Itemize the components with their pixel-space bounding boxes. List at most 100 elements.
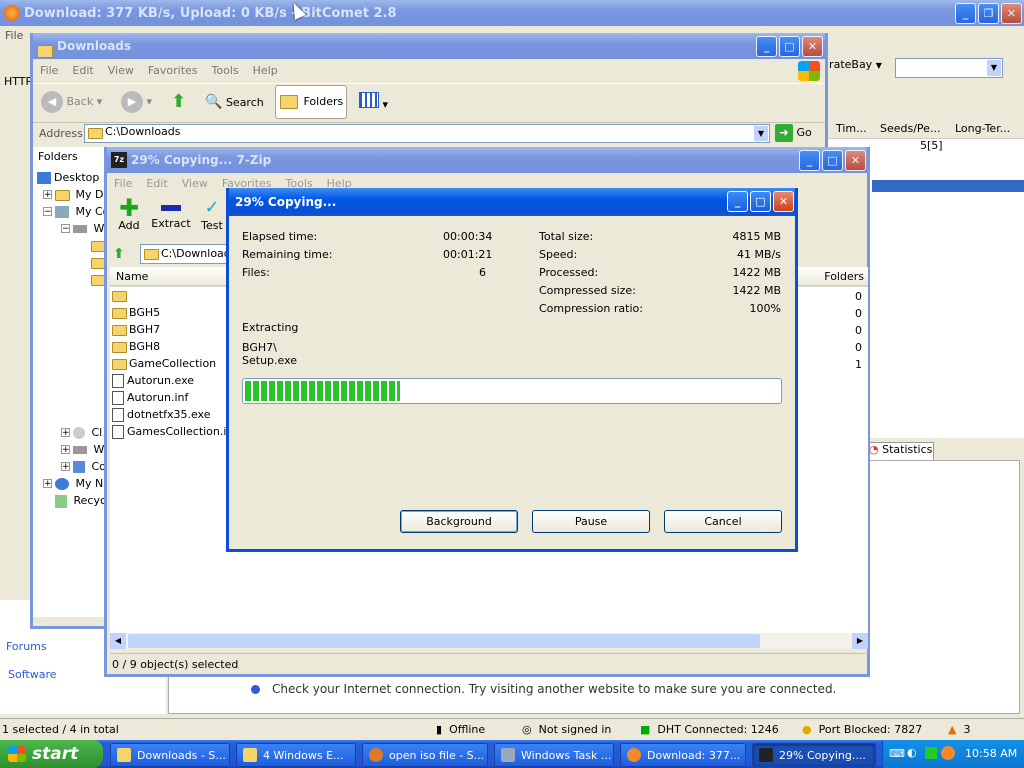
go-arrow-icon: ➜ — [775, 124, 793, 142]
bitcomet-maximize-button[interactable]: ❐ — [978, 3, 999, 24]
sevenzip-titlebar[interactable]: 7z 29% Copying... 7-Zip _ □ ✕ — [107, 147, 867, 173]
sevenzip-menu-edit[interactable]: Edit — [139, 174, 174, 193]
tree-my-documents[interactable]: My Do — [55, 186, 110, 203]
explorer-close-button[interactable]: ✕ — [802, 36, 823, 57]
background-button[interactable]: Background — [400, 510, 518, 533]
sevenzip-maximize-button[interactable]: □ — [822, 150, 843, 171]
connection-bullet-icon — [251, 685, 260, 694]
file-row-parent[interactable] — [112, 287, 129, 304]
scroll-right-icon[interactable]: ▶ — [852, 633, 868, 649]
explorer-menu-help[interactable]: Help — [246, 61, 285, 80]
start-button[interactable]: start — [0, 740, 103, 768]
sevenzip-close-button[interactable]: ✕ — [845, 150, 866, 171]
col-longterm-header[interactable]: Long-Ter... — [955, 122, 1010, 135]
tree-expander[interactable]: + — [43, 479, 52, 489]
back-button[interactable]: ◀ Back ▾ — [41, 91, 102, 113]
tree-expander[interactable]: + — [61, 428, 70, 438]
sevenzip-menu-file[interactable]: File — [107, 174, 139, 193]
file-row-bgh8[interactable]: BGH8 — [112, 338, 160, 355]
scroll-left-icon[interactable]: ◀ — [110, 633, 126, 649]
clock[interactable]: 10:58 AM — [965, 747, 1017, 760]
explorer-menu-file[interactable]: File — [33, 61, 65, 80]
tree-drive-w2[interactable]: W — [73, 441, 104, 458]
bitcomet-search-input[interactable]: ▼ — [895, 58, 1003, 78]
sevenzip-up-button[interactable]: ⬆ — [113, 246, 133, 264]
taskbar-item-7zip[interactable]: 29% Copying.... — [752, 743, 876, 767]
tree-expander[interactable]: + — [61, 462, 70, 472]
network-tray-icon[interactable]: ◐ — [907, 746, 917, 759]
file-row-gamecollection[interactable]: GameCollection — [112, 355, 216, 372]
file-row-bgh7[interactable]: BGH7 — [112, 321, 160, 338]
bitcomet-icon — [4, 5, 20, 21]
explorer-menu-favorites[interactable]: Favorites — [141, 61, 205, 80]
col-time-header[interactable]: Tim... — [836, 122, 867, 135]
search-dropdown-icon[interactable]: ▼ — [987, 60, 1001, 76]
sevenzip-menu-view[interactable]: View — [175, 174, 215, 193]
cancel-button[interactable]: Cancel — [664, 510, 782, 533]
sevenzip-minimize-button[interactable]: _ — [799, 150, 820, 171]
sevenzip-path-input[interactable]: C:\Downloads — [140, 244, 230, 264]
software-link[interactable]: Software — [8, 668, 57, 681]
up-folder-button[interactable]: ⬆ — [171, 91, 193, 113]
search-button[interactable]: 🔍 Search — [205, 94, 264, 110]
tree-expander[interactable]: + — [43, 190, 52, 200]
statistics-tab[interactable]: ◔ Statistics — [868, 442, 934, 461]
col-name-header[interactable]: Name — [110, 267, 228, 287]
signin-status[interactable]: ◎ Not signed in — [522, 719, 611, 741]
bitcomet-tray-icon[interactable] — [941, 746, 955, 760]
tree-expander[interactable]: − — [43, 207, 52, 217]
forums-link[interactable]: Forums — [6, 640, 47, 653]
bitcomet-close-button[interactable]: ✕ — [1001, 3, 1022, 24]
bitcomet-minimize-button[interactable]: _ — [955, 3, 976, 24]
test-button[interactable]: ✓ Test — [199, 197, 225, 232]
taskbar-item-task-manager[interactable]: Windows Task ... — [494, 743, 614, 767]
explorer-maximize-button[interactable]: □ — [779, 36, 800, 57]
keyboard-tray-icon[interactable]: ⌨ — [889, 747, 905, 760]
explorer-titlebar[interactable]: Downloads _ □ ✕ — [33, 33, 825, 59]
file-row-gamescollection-ico[interactable]: GamesCollection.ico — [112, 423, 228, 440]
taskbar-item-downloads[interactable]: Downloads - S... — [110, 743, 230, 767]
taskbar-item-bitcomet[interactable]: Download: 377... — [620, 743, 746, 767]
tree-control-panel[interactable]: Co — [73, 458, 106, 475]
progress-maximize-button[interactable]: □ — [750, 191, 771, 212]
forward-button[interactable]: ▶ ▾ — [121, 91, 152, 113]
tree-desktop[interactable]: Desktop — [37, 169, 99, 186]
file-row-autorun-exe[interactable]: Autorun.exe — [112, 372, 194, 389]
tree-expander[interactable]: + — [61, 445, 70, 455]
col-seeds-header[interactable]: Seeds/Pe... — [880, 122, 940, 135]
tree-expander[interactable]: − — [61, 224, 70, 234]
progress-close-button[interactable]: ✕ — [773, 191, 794, 212]
file-row-dotnetfx35[interactable]: dotnetfx35.exe — [112, 406, 210, 423]
extract-button[interactable]: Extract — [151, 197, 191, 230]
tree-recycle-bin[interactable]: Recyc — [55, 492, 106, 509]
tree-cd-drive[interactable]: Cl — [73, 424, 102, 441]
tree-my-computer[interactable]: My Co — [55, 203, 109, 220]
file-row-autorun-inf[interactable]: Autorun.inf — [112, 389, 188, 406]
folders-button[interactable]: Folders — [275, 85, 347, 119]
sevenzip-hscrollbar[interactable]: ◀ ▶ — [110, 633, 868, 649]
explorer-menu-tools[interactable]: Tools — [205, 61, 246, 80]
taskbar-item-windows-explorer[interactable]: 4 Windows E... — [236, 743, 356, 767]
bitcomet-titlebar[interactable]: Download: 377 KB/s, Upload: 0 KB/s - Bit… — [0, 0, 1024, 26]
go-button[interactable]: ➜ Go — [775, 124, 812, 142]
explorer-menu-view[interactable]: View — [101, 61, 141, 80]
add-button[interactable]: ✚ Add — [113, 196, 145, 232]
scroll-thumb[interactable] — [128, 634, 760, 648]
taskbar-item-browser[interactable]: open iso file - S... — [362, 743, 488, 767]
file-row-bgh5[interactable]: BGH5 — [112, 304, 160, 321]
col-folders-header[interactable]: Folders — [824, 270, 864, 283]
bitcomet-menu-file[interactable]: File — [5, 29, 23, 42]
search-engine-select[interactable]: irateBay ▼ — [826, 58, 882, 71]
explorer-menu-edit[interactable]: Edit — [65, 61, 100, 80]
explorer-minimize-button[interactable]: _ — [756, 36, 777, 57]
address-dropdown-icon[interactable]: ▼ — [754, 126, 768, 141]
progress-titlebar[interactable]: 29% Copying... _ □ ✕ — [229, 188, 795, 216]
selected-torrent-row[interactable] — [872, 180, 1024, 192]
views-button[interactable]: ▾ — [359, 92, 388, 111]
pause-button[interactable]: Pause — [532, 510, 650, 533]
address-input[interactable]: C:\Downloads ▼ — [84, 124, 770, 143]
progress-minimize-button[interactable]: _ — [727, 191, 748, 212]
tree-drive-w[interactable]: W — [73, 220, 104, 237]
green-tray-icon[interactable] — [925, 747, 937, 759]
tree-my-network[interactable]: My Ne — [55, 475, 110, 492]
